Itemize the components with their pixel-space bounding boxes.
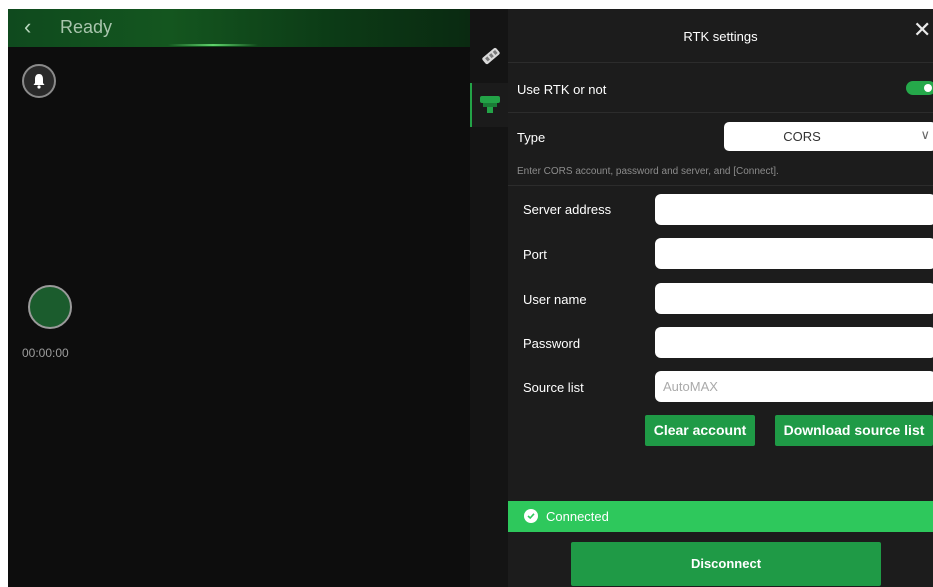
clear-account-button[interactable]: Clear account [645,415,755,446]
status-text: Ready [60,17,113,37]
password-label: Password [523,336,581,351]
type-value: CORS [783,129,821,144]
wrench-icon[interactable] [478,43,504,69]
rtk-settings-panel: RTK settings ✕ Use RTK or not Type CORS … [508,9,933,587]
divider [508,112,933,113]
bell-button[interactable] [22,64,56,98]
user-name-label: User name [523,292,587,307]
connection-status-text: Connected [546,509,609,524]
source-list-input[interactable] [655,371,933,402]
download-source-list-button[interactable]: Download source list [775,415,933,446]
port-label: Port [523,247,547,262]
record-button[interactable] [28,285,72,329]
back-chevron-icon[interactable]: ‹ [24,15,31,39]
panel-title: RTK settings [683,29,758,44]
cors-hint: Enter CORS account, password and server,… [517,166,779,177]
server-address-label: Server address [523,202,612,217]
chevron-down-icon: ∨ [920,127,930,142]
close-icon[interactable]: ✕ [913,18,931,42]
type-select[interactable]: CORS ∨ [724,122,933,151]
password-input[interactable] [655,327,933,358]
disconnect-button[interactable]: Disconnect [571,542,881,586]
rtk-antenna-icon [480,96,500,113]
use-rtk-label: Use RTK or not [517,82,607,97]
check-circle-icon [524,509,538,523]
bell-icon [33,74,45,89]
use-rtk-toggle[interactable] [906,81,933,95]
rtk-tab[interactable] [470,83,508,127]
type-label: Type [517,130,546,145]
server-address-input[interactable] [655,194,933,225]
connection-status-bar: Connected [508,501,933,532]
app-screen: ‹ Ready 00:00:00 RTK settings ✕ Use RTK … [8,9,933,587]
port-input[interactable] [655,238,933,269]
source-list-label: Source list [523,380,584,395]
toggle-knob [924,84,932,92]
top-bar: ‹ Ready [8,9,470,47]
record-timer: 00:00:00 [22,346,69,360]
topbar-glow [168,44,258,46]
tool-strip [470,9,508,587]
user-name-input[interactable] [655,283,933,314]
divider [508,185,933,186]
panel-header: RTK settings ✕ [508,9,933,63]
